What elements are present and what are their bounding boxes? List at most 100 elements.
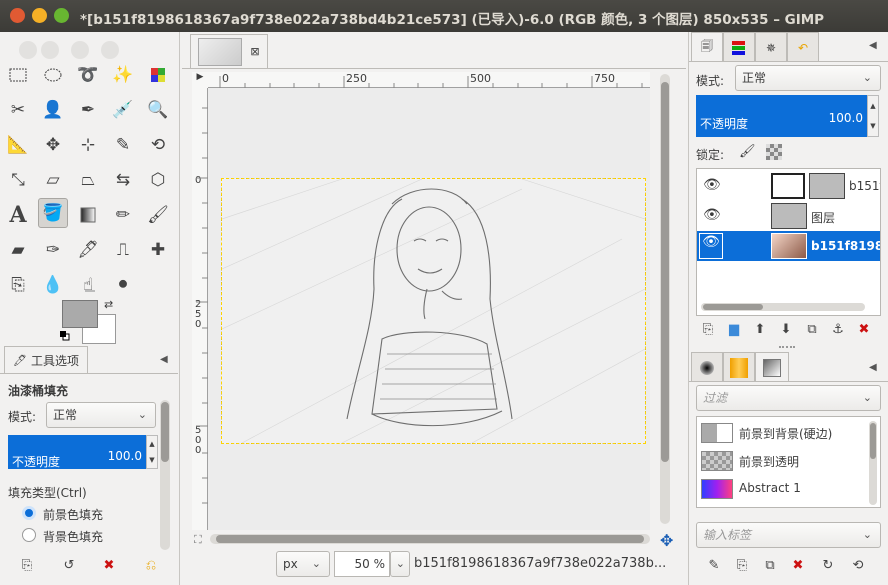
crop-icon[interactable]: ✎ [108, 130, 138, 160]
layer-opacity-spinner[interactable]: ▲ ▼ [867, 95, 879, 137]
zoom-dropdown[interactable]: ⌄ [390, 551, 410, 577]
tab-menu-icon[interactable]: ◀ [869, 362, 877, 373]
align-icon[interactable]: ⊹ [73, 130, 103, 160]
new-layer-group-icon[interactable]: ▆ [725, 320, 743, 338]
bucket-fill-icon[interactable]: 🪣 [38, 198, 68, 228]
anchor-layer-icon[interactable]: ⚓ [829, 320, 847, 338]
tab-channels[interactable] [723, 32, 755, 62]
canvas-horizontal-scrollbar[interactable] [210, 534, 650, 544]
refresh-gradients-icon[interactable]: ↻ [819, 556, 837, 574]
layers-h-scrollbar[interactable] [701, 303, 865, 311]
rotate-icon[interactable]: ⟲ [143, 130, 173, 160]
layer-row[interactable]: 👁 b151f [697, 171, 880, 201]
measure-icon[interactable]: 📐 [3, 130, 33, 160]
navigate-icon[interactable]: ✥ [660, 531, 673, 550]
scrollbar-thumb[interactable] [661, 82, 669, 462]
fuzzy-select-icon[interactable]: ✨ [108, 60, 138, 90]
navigate-toggle-icon[interactable]: ⛶ [194, 533, 202, 547]
new-gradient-icon[interactable]: ⎘ [733, 556, 751, 574]
layer-row[interactable]: 👁 图层 [697, 201, 880, 231]
zoom-input[interactable]: 50 % [334, 551, 390, 577]
gradient-item[interactable]: 前景到透明 [699, 449, 869, 473]
image-canvas[interactable] [221, 178, 646, 444]
ink-icon[interactable]: 🖋 [73, 235, 103, 265]
layer-opacity-slider[interactable]: 不透明度 100.0 ▲ ▼ [696, 95, 879, 137]
default-colors-icon[interactable] [60, 330, 70, 341]
restore-options-icon[interactable]: ↺ [60, 556, 78, 574]
new-layer-icon[interactable]: ⎘ [699, 320, 717, 338]
lock-pixels-icon[interactable]: 🖌 [739, 144, 756, 159]
tab-image[interactable]: ⊠ [190, 34, 268, 68]
tab-layers[interactable]: 🗐 [691, 32, 723, 62]
canvas-vertical-scrollbar[interactable] [660, 74, 670, 524]
gradient-filter-select[interactable]: 过滤 ⌄ [696, 385, 881, 411]
tag-input[interactable]: 输入标签 ⌄ [696, 522, 881, 548]
tab-patterns[interactable] [723, 352, 755, 382]
tab-brushes[interactable] [691, 352, 723, 382]
radio-fg-fill[interactable] [22, 506, 36, 520]
layer-mode-select[interactable]: 正常 ⌄ [735, 65, 881, 91]
scissors-icon[interactable]: ✂ [3, 95, 33, 125]
foreground-select-icon[interactable]: 👤 [38, 95, 68, 125]
scrollbar-thumb[interactable] [161, 402, 169, 462]
eye-icon[interactable]: 👁 [703, 207, 721, 223]
tab-paths[interactable]: ✵ [755, 32, 787, 62]
blend-icon[interactable] [73, 200, 103, 230]
radio-bg-fill[interactable] [22, 528, 36, 542]
close-tab-icon[interactable]: ⊠ [250, 45, 259, 58]
lower-layer-icon[interactable]: ⬇ [777, 320, 795, 338]
eye-icon[interactable]: 👁 [699, 233, 723, 259]
smudge-icon[interactable]: ☝ [73, 270, 103, 300]
edit-gradient-icon[interactable]: ✎ [705, 556, 723, 574]
ellipse-select-icon[interactable] [38, 60, 68, 90]
delete-gradient-icon[interactable]: ✖ [789, 556, 807, 574]
pencil-icon[interactable]: ✏ [108, 200, 138, 230]
mode-select[interactable]: 正常 ⌄ [46, 402, 156, 428]
scrollbar-thumb[interactable] [703, 304, 763, 310]
eraser-icon[interactable]: ▰ [3, 235, 33, 265]
dodge-burn-icon[interactable]: ⚫ [108, 270, 138, 300]
canvas-viewport[interactable] [208, 88, 650, 530]
text-tool-icon[interactable]: A [3, 200, 33, 230]
layer-row-selected[interactable]: 👁 b151f819861 [697, 231, 880, 261]
minimize-window-button[interactable] [32, 8, 47, 23]
paths-icon[interactable]: ✒ [73, 95, 103, 125]
tool-options-scrollbar[interactable] [160, 400, 170, 550]
fg-bg-color-widget[interactable]: ⇄ [60, 298, 120, 350]
clone-icon[interactable]: ⎍ [108, 235, 138, 265]
move-icon[interactable]: ✥ [38, 130, 68, 160]
gradient-item[interactable]: 前景到背景(硬边) [699, 421, 869, 445]
scale-icon[interactable]: ⤡ [3, 165, 33, 195]
rect-select-icon[interactable] [3, 60, 33, 90]
blur-icon[interactable]: 💧 [38, 270, 68, 300]
lasso-icon[interactable]: ➰ [73, 60, 103, 90]
quickmask-menu-icon[interactable]: ▶ [192, 72, 208, 88]
tab-gradients[interactable] [755, 352, 789, 382]
spin-down-icon[interactable]: ▼ [147, 452, 157, 468]
save-options-icon[interactable]: ⎘ [18, 556, 36, 574]
cage-transform-icon[interactable]: ⬡ [143, 165, 173, 195]
gradient-item[interactable]: Abstract 1 [699, 477, 869, 501]
shear-icon[interactable]: ▱ [38, 165, 68, 195]
flip-icon[interactable]: ⇆ [108, 165, 138, 195]
opacity-slider[interactable]: 不透明度 100.0 ▲ ▼ [8, 435, 158, 469]
delete-layer-icon[interactable]: ✖ [855, 320, 873, 338]
foreground-color-swatch[interactable] [62, 300, 98, 328]
tab-tool-options[interactable]: 🖊 工具选项 [4, 346, 88, 374]
scrollbar-thumb[interactable] [216, 535, 644, 543]
spin-up-icon[interactable]: ▲ [147, 436, 157, 452]
tab-menu-icon[interactable]: ◀ [160, 354, 168, 365]
color-select-icon[interactable] [143, 60, 173, 90]
tab-undo[interactable]: ↶ [787, 32, 819, 62]
paintbrush-icon[interactable]: 🖌 [143, 200, 173, 230]
duplicate-layer-icon[interactable]: ⧉ [803, 320, 821, 338]
tab-menu-icon[interactable]: ◀ [869, 40, 877, 51]
airbrush-icon[interactable]: ✑ [38, 235, 68, 265]
eye-icon[interactable]: 👁 [703, 177, 721, 193]
lock-alpha-icon[interactable] [766, 144, 782, 160]
unit-select[interactable]: px ⌄ [276, 551, 330, 577]
spin-down-icon[interactable]: ▼ [868, 116, 878, 136]
opacity-spinner[interactable]: ▲ ▼ [146, 435, 158, 469]
perspective-icon[interactable]: ⏢ [73, 165, 103, 195]
delete-options-icon[interactable]: ✖ [100, 556, 118, 574]
